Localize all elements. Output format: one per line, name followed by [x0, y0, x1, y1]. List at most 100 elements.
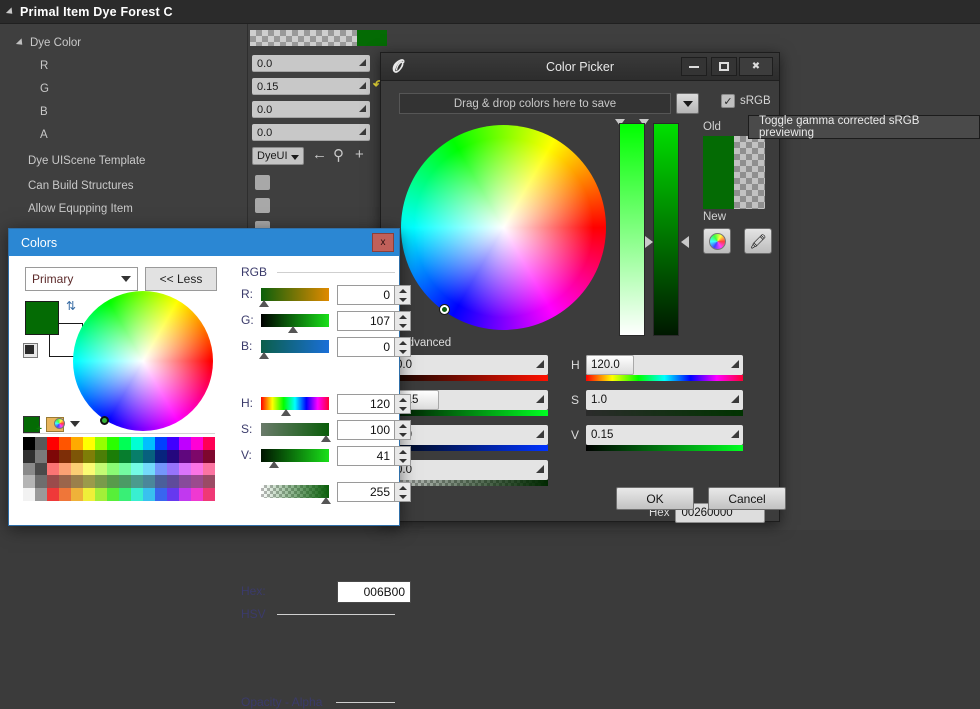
palette-swatch[interactable] [119, 488, 131, 501]
palette-swatch[interactable] [23, 449, 35, 463]
stepper-down-icon[interactable] [398, 297, 407, 302]
drag-handle-icon[interactable] [359, 128, 366, 135]
h-slider-track[interactable] [261, 397, 329, 410]
palette-swatch[interactable] [47, 462, 59, 476]
stepper-down-icon[interactable] [398, 458, 407, 463]
palette-swatch[interactable] [191, 449, 203, 463]
hex-input[interactable]: 006B00 [337, 581, 411, 603]
value-marker-left-icon[interactable] [645, 236, 653, 248]
palette-swatch[interactable] [191, 437, 203, 450]
drag-handle-icon[interactable] [536, 395, 544, 403]
colors-dialog-titlebar[interactable]: Colors x [9, 229, 399, 256]
drag-handle-icon[interactable] [731, 395, 739, 403]
palette-swatch[interactable] [203, 462, 215, 476]
palette-swatch[interactable] [95, 437, 107, 450]
palette-swatch[interactable] [71, 449, 83, 463]
a-value-field[interactable]: 0.0 [252, 124, 370, 141]
drag-handle-icon[interactable] [359, 82, 366, 89]
drag-handle-icon[interactable] [536, 360, 544, 368]
b-spinbox[interactable]: 0 [337, 337, 395, 357]
h-slider-thumb[interactable] [281, 409, 291, 416]
palette-swatch[interactable] [35, 462, 47, 476]
expand-triangle-icon[interactable] [5, 6, 16, 17]
red-slider-field[interactable]: 0.0 [391, 355, 548, 375]
stepper-up-icon[interactable] [398, 340, 407, 345]
less-toggle-button[interactable]: << Less [145, 267, 217, 291]
palette-swatch[interactable] [23, 475, 35, 489]
chevron-down-icon[interactable] [70, 421, 80, 427]
color-picker-titlebar[interactable]: 𝓞 Color Picker ✖ [381, 53, 779, 81]
green-slider-field[interactable]: 0.15 [391, 390, 548, 410]
palette-swatch[interactable] [167, 462, 179, 476]
checkbox-checked-icon[interactable]: ✓ [721, 94, 735, 108]
swap-colors-icon[interactable]: ⇅ [66, 299, 76, 313]
palette-swatch[interactable] [119, 449, 131, 463]
palette-swatch[interactable] [35, 437, 47, 450]
colors-wheel[interactable] [73, 291, 213, 431]
stepper-down-icon[interactable] [398, 494, 407, 499]
drag-handle-icon[interactable] [359, 59, 366, 66]
stepper-up-icon[interactable] [398, 397, 407, 402]
green-slider-row[interactable]: 0.15 [391, 390, 548, 420]
palette-swatch[interactable] [131, 437, 143, 450]
stepper-down-icon[interactable] [398, 323, 407, 328]
palette-swatch[interactable] [203, 488, 215, 501]
s-slider-thumb[interactable] [321, 435, 331, 442]
palette-swatch[interactable] [83, 488, 95, 501]
colors-wheel-marker[interactable] [100, 416, 109, 425]
value-slider-row[interactable]: 0.15 [586, 425, 743, 455]
hue-slider-row[interactable]: 120.0 [586, 355, 743, 385]
alpha-slider-thumb[interactable] [321, 497, 331, 504]
palette-swatch[interactable] [155, 488, 167, 501]
color-mode-dropdown[interactable]: Primary [25, 267, 138, 291]
palette-swatch[interactable] [203, 437, 215, 450]
srgb-toggle[interactable]: ✓ sRGB [721, 94, 771, 108]
palette-swatch[interactable] [23, 437, 35, 450]
palette-swatch[interactable] [59, 462, 71, 476]
r-slider-track[interactable] [261, 288, 329, 301]
palette-swatch[interactable] [155, 462, 167, 476]
can-build-structures-checkbox[interactable] [255, 175, 270, 190]
palette-swatch[interactable] [203, 475, 215, 489]
drag-handle-icon[interactable] [536, 430, 544, 438]
eyedropper-button[interactable]: 🖍 [744, 228, 772, 254]
palette-swatch[interactable] [131, 462, 143, 476]
palette-swatch[interactable] [167, 437, 179, 450]
palette-swatch[interactable] [179, 475, 191, 489]
saved-colors-dropdown-button[interactable] [676, 93, 699, 114]
ok-button[interactable]: OK [616, 487, 694, 510]
saturation-value-bar[interactable] [619, 123, 645, 336]
blue-slider-row[interactable]: 0.0 [391, 425, 548, 455]
palette-swatch-grid[interactable] [23, 437, 215, 501]
close-button[interactable]: ✖ [739, 57, 773, 76]
expand-triangle-icon[interactable] [15, 37, 26, 48]
b-slider-thumb[interactable] [259, 352, 269, 359]
s-spinbox[interactable]: 100 [337, 420, 395, 440]
palette-swatch[interactable] [23, 488, 35, 501]
palette-swatch[interactable] [143, 449, 155, 463]
b-slider-track[interactable] [261, 340, 329, 353]
palette-swatch[interactable] [35, 475, 47, 489]
add-icon[interactable]: + [355, 146, 364, 163]
palette-swatch[interactable] [71, 488, 83, 501]
stepper-up-icon[interactable] [398, 449, 407, 454]
drag-handle-icon[interactable] [536, 465, 544, 473]
drag-handle-icon[interactable] [359, 105, 366, 112]
palette-swatch[interactable] [59, 488, 71, 501]
palette-swatch[interactable] [83, 475, 95, 489]
stepper-up-icon[interactable] [398, 485, 407, 490]
palette-swatch[interactable] [143, 488, 155, 501]
palette-swatch[interactable] [203, 449, 215, 463]
palette-swatch[interactable] [167, 449, 179, 463]
cancel-button[interactable]: Cancel [708, 487, 786, 510]
allow-equipping-item-checkbox[interactable] [255, 198, 270, 213]
colors-close-button[interactable]: x [372, 233, 394, 252]
blue-slider-field[interactable]: 0.0 [391, 425, 548, 445]
palette-swatch[interactable] [107, 475, 119, 489]
palette-swatch[interactable] [143, 475, 155, 489]
saturation-slider-field[interactable]: 1.0 [586, 390, 743, 410]
alpha-slider-row[interactable]: 0.0 [391, 460, 548, 490]
palette-swatch[interactable] [179, 462, 191, 476]
value-bar[interactable] [653, 123, 679, 336]
dye-color-swatch[interactable] [250, 30, 387, 46]
